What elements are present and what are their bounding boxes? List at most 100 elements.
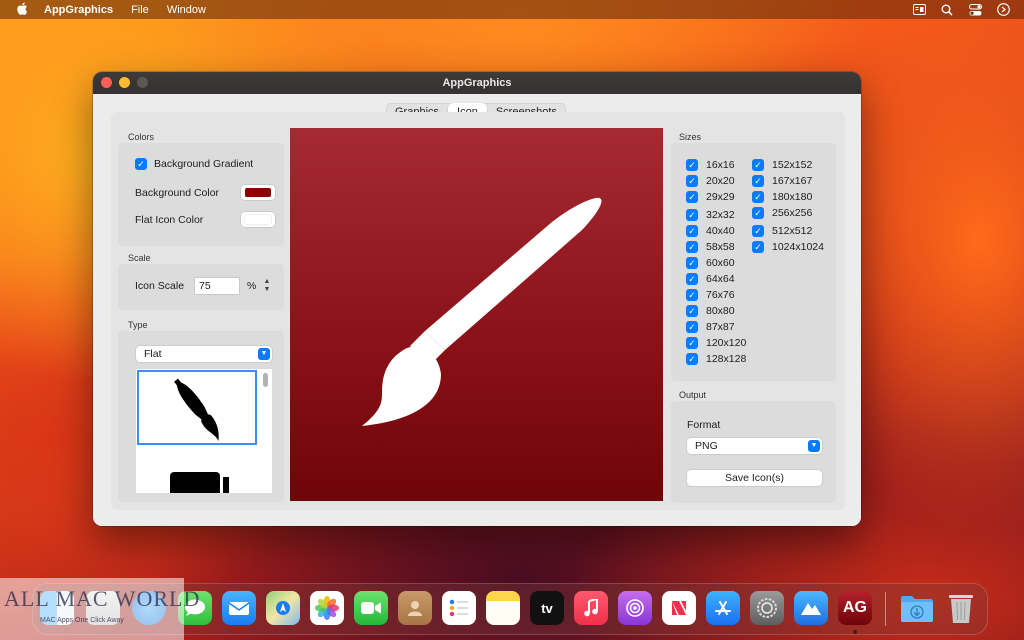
size-87x87-checkbox[interactable]: ✓ — [686, 321, 698, 333]
size-1024x1024-checkbox[interactable]: ✓ — [752, 241, 764, 253]
mail-dock-icon[interactable] — [222, 591, 256, 625]
size-76x76-checkbox[interactable]: ✓ — [686, 289, 698, 301]
tv-dock-label: tv — [541, 600, 553, 616]
size-120x120[interactable]: ✓ 120x120 — [686, 337, 746, 349]
paintbrush-icon — [174, 378, 219, 441]
background-gradient-label: Background Gradient — [154, 158, 254, 170]
close-window-button[interactable] — [101, 77, 112, 88]
icon-list-scrollbar[interactable] — [263, 373, 268, 387]
menu-file[interactable]: File — [131, 4, 149, 16]
scale-box: Icon Scale 75 % ▲ ▼ — [118, 264, 284, 310]
size-76x76[interactable]: ✓ 76x76 — [686, 289, 735, 301]
size-label: 76x76 — [706, 289, 735, 301]
size-120x120-checkbox[interactable]: ✓ — [686, 337, 698, 349]
size-180x180-checkbox[interactable]: ✓ — [752, 191, 764, 203]
size-152x152[interactable]: ✓ 152x152 — [752, 159, 812, 171]
zoom-window-button[interactable] — [137, 77, 148, 88]
type-section-title: Type — [128, 320, 148, 330]
tv-dock-icon[interactable]: tv — [530, 591, 564, 625]
output-section-title: Output — [679, 390, 707, 400]
size-60x60[interactable]: ✓ 60x60 — [686, 257, 735, 269]
size-256x256-checkbox[interactable]: ✓ — [752, 207, 764, 219]
size-60x60-checkbox[interactable]: ✓ — [686, 257, 698, 269]
contacts-dock-icon[interactable] — [398, 591, 432, 625]
photos-dock-icon[interactable] — [310, 591, 344, 625]
size-label: 256x256 — [772, 207, 813, 219]
size-512x512-checkbox[interactable]: ✓ — [752, 225, 764, 237]
chevron-down-icon: ▼ — [258, 348, 270, 360]
size-label: 128x128 — [706, 353, 747, 365]
size-152x152-checkbox[interactable]: ✓ — [752, 159, 764, 171]
background-gradient-checkbox[interactable]: ✓ — [135, 158, 147, 170]
icon-scale-stepper[interactable]: ▲ ▼ — [262, 278, 272, 296]
size-32x32-checkbox[interactable]: ✓ — [686, 209, 698, 221]
size-256x256[interactable]: ✓ 256x256 — [752, 207, 812, 219]
size-87x87[interactable]: ✓ 87x87 — [686, 321, 735, 333]
reminders-dock-icon[interactable] — [442, 591, 476, 625]
size-29x29[interactable]: ✓ 29x29 — [686, 191, 735, 203]
icon-type-marker[interactable] — [137, 445, 257, 493]
size-58x58[interactable]: ✓ 58x58 — [686, 241, 735, 253]
size-20x20-checkbox[interactable]: ✓ — [686, 175, 698, 187]
size-16x16-checkbox[interactable]: ✓ — [686, 159, 698, 171]
control-center-icon[interactable] — [968, 3, 982, 17]
background-color-well[interactable] — [241, 185, 275, 200]
minimize-window-button[interactable] — [119, 77, 130, 88]
facetime-dock-icon[interactable] — [354, 591, 388, 625]
size-1024x1024[interactable]: ✓ 1024x1024 — [752, 241, 824, 253]
size-label: 32x32 — [706, 209, 735, 221]
output-box: Format PNG ▼ Save Icon(s) — [671, 401, 836, 503]
size-64x64-checkbox[interactable]: ✓ — [686, 273, 698, 285]
type-box: Flat ▼ — [118, 331, 284, 502]
system-settings-dock-icon[interactable] — [750, 591, 784, 625]
trash-dock-icon[interactable] — [944, 591, 978, 625]
size-128x128-checkbox[interactable]: ✓ — [686, 353, 698, 365]
icon-type-list[interactable] — [136, 369, 272, 493]
size-label: 20x20 — [706, 175, 735, 187]
news-dock-icon[interactable] — [662, 591, 696, 625]
size-128x128[interactable]: ✓ 128x128 — [686, 353, 746, 365]
size-80x80[interactable]: ✓ 80x80 — [686, 305, 735, 317]
size-32x32[interactable]: ✓ 32x32 — [686, 209, 735, 221]
size-167x167[interactable]: ✓ 167x167 — [752, 175, 812, 187]
icon-type-paintbrush[interactable] — [137, 370, 257, 445]
watermark-tagline: MAC Apps One Click Away — [40, 617, 124, 624]
size-40x40[interactable]: ✓ 40x40 — [686, 225, 735, 237]
size-58x58-checkbox[interactable]: ✓ — [686, 241, 698, 253]
size-64x64[interactable]: ✓ 64x64 — [686, 273, 735, 285]
title-bar[interactable]: AppGraphics — [93, 72, 861, 94]
app-store-dock-icon[interactable] — [706, 591, 740, 625]
menu-window[interactable]: Window — [167, 4, 206, 16]
chevron-down-icon: ▼ — [808, 440, 820, 452]
downloads-folder-dock-icon[interactable] — [900, 591, 934, 625]
icon-scale-input[interactable]: 75 — [195, 278, 239, 294]
sizes-box: ✓ 16x16 ✓ 20x20 ✓ 29x29 ✓ 32x32 ✓ 40x40 ✓ 58x5… — [671, 143, 836, 381]
siri-icon[interactable] — [996, 3, 1010, 17]
size-40x40-checkbox[interactable]: ✓ — [686, 225, 698, 237]
window-controls — [101, 77, 148, 88]
sizes-section-title: Sizes — [679, 132, 702, 142]
running-indicator — [853, 630, 857, 634]
menu-app-name[interactable]: AppGraphics — [44, 4, 113, 16]
maps-dock-icon[interactable] — [266, 591, 300, 625]
display-menu-icon[interactable] — [912, 3, 926, 17]
format-select[interactable]: PNG ▼ — [687, 438, 822, 454]
type-select[interactable]: Flat ▼ — [136, 346, 272, 362]
spotlight-search-icon[interactable] — [940, 3, 954, 17]
size-167x167-checkbox[interactable]: ✓ — [752, 175, 764, 187]
size-512x512[interactable]: ✓ 512x512 — [752, 225, 812, 237]
size-20x20[interactable]: ✓ 20x20 — [686, 175, 735, 187]
notes-dock-icon[interactable] — [486, 591, 520, 625]
flat-icon-color-well[interactable] — [241, 212, 275, 227]
save-icons-button[interactable]: Save Icon(s) — [687, 470, 822, 486]
flat-icon-color-fill — [245, 215, 271, 224]
music-dock-icon[interactable] — [574, 591, 608, 625]
podcasts-dock-icon[interactable] — [618, 591, 652, 625]
size-180x180[interactable]: ✓ 180x180 — [752, 191, 812, 203]
size-16x16[interactable]: ✓ 16x16 — [686, 159, 735, 171]
apple-menu-icon[interactable] — [14, 2, 30, 18]
appgraphics-dock-icon[interactable]: AG — [838, 591, 872, 625]
size-29x29-checkbox[interactable]: ✓ — [686, 191, 698, 203]
size-80x80-checkbox[interactable]: ✓ — [686, 305, 698, 317]
creative-app-dock-icon[interactable] — [794, 591, 828, 625]
